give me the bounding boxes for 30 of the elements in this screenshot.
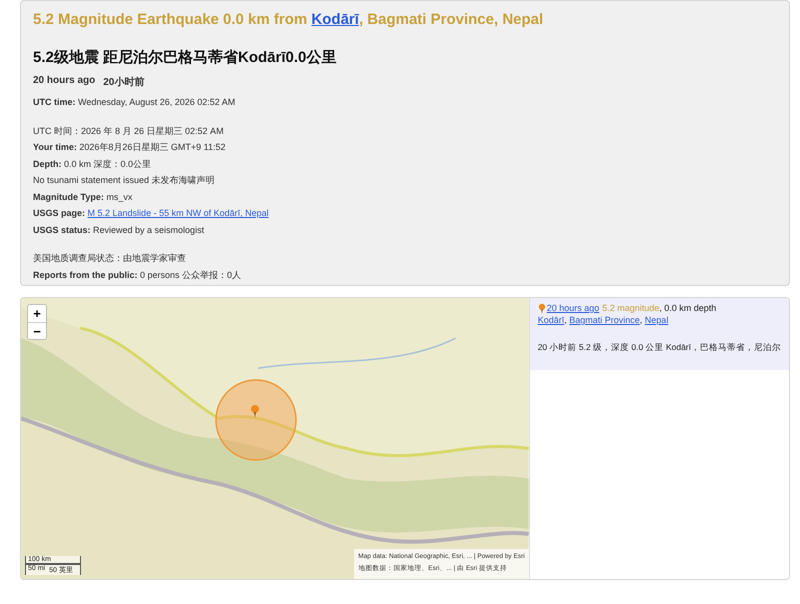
- zoom-out-button[interactable]: −: [28, 322, 46, 339]
- time-ago-link[interactable]: 20 hours ago: [546, 302, 600, 314]
- location-pin-icon[interactable]: [250, 404, 260, 418]
- zoom-in-button[interactable]: +: [28, 305, 46, 322]
- usgs-page-link[interactable]: M 5.2 Landslide - 55 km NW of Kodārī, Nepal: [88, 208, 269, 218]
- time-ago: 20 hours ago: [33, 75, 96, 88]
- detail-line: 美国地质调查局状态：由地震学家审查: [33, 252, 187, 265]
- event-summary-chinese: 20 小时前 5.2 级，深度 0.0 公里 Kodārī，巴格马蒂省，尼泊尔: [538, 342, 781, 354]
- detail-line: Your time: 2026年8月26日星期三 GMT+9 11:52: [33, 141, 226, 154]
- time-ago-chinese: 20小时前: [103, 76, 144, 89]
- comma-text: ,: [640, 314, 644, 326]
- chinese-title: 5.2级地震 距尼泊尔巴格马蒂省Kodārī0.0公里: [33, 48, 338, 67]
- detail-line: No tsunami statement issued 未发布海啸声明: [33, 174, 216, 187]
- earthquake-title: 5.2 Magnitude Earthquake 0.0 km from Kodārī, Bagmati Province, Nepal: [33, 11, 544, 28]
- magnitude-text: 5.2 magnitude: [602, 302, 660, 314]
- place-link[interactable]: Bagmati Province: [569, 314, 640, 326]
- depth-text: , 0.0 km depth: [659, 302, 716, 314]
- place-link[interactable]: Kodārī: [538, 314, 564, 326]
- detail-line: Magnitude Type: ms_vx: [33, 190, 134, 204]
- detail-line: USGS status: Reviewed by a seismologist: [33, 224, 206, 237]
- place-link[interactable]: Kodārī: [311, 11, 359, 28]
- pin-icon: [538, 302, 546, 314]
- detail-line: Reports from the public: 0 persons 公众举报：0人: [33, 268, 242, 282]
- detail-line: UTC time: Wednesday, August 26, 2026 02:52 AM: [33, 96, 236, 109]
- comma-text: ,: [564, 314, 568, 326]
- detail-line: USGS page: M 5.2 Landslide - 55 km NW of Kodārī, Nepal: [33, 207, 270, 220]
- place-link[interactable]: Nepal: [644, 314, 668, 326]
- map-drawing[interactable]: [21, 298, 529, 579]
- detail-line: UTC 时间：2026 年 8 月 26 日星期三 02:52 AM: [33, 124, 225, 138]
- detail-line: Depth: 0.0 km 深度：0.0公里: [33, 158, 152, 171]
